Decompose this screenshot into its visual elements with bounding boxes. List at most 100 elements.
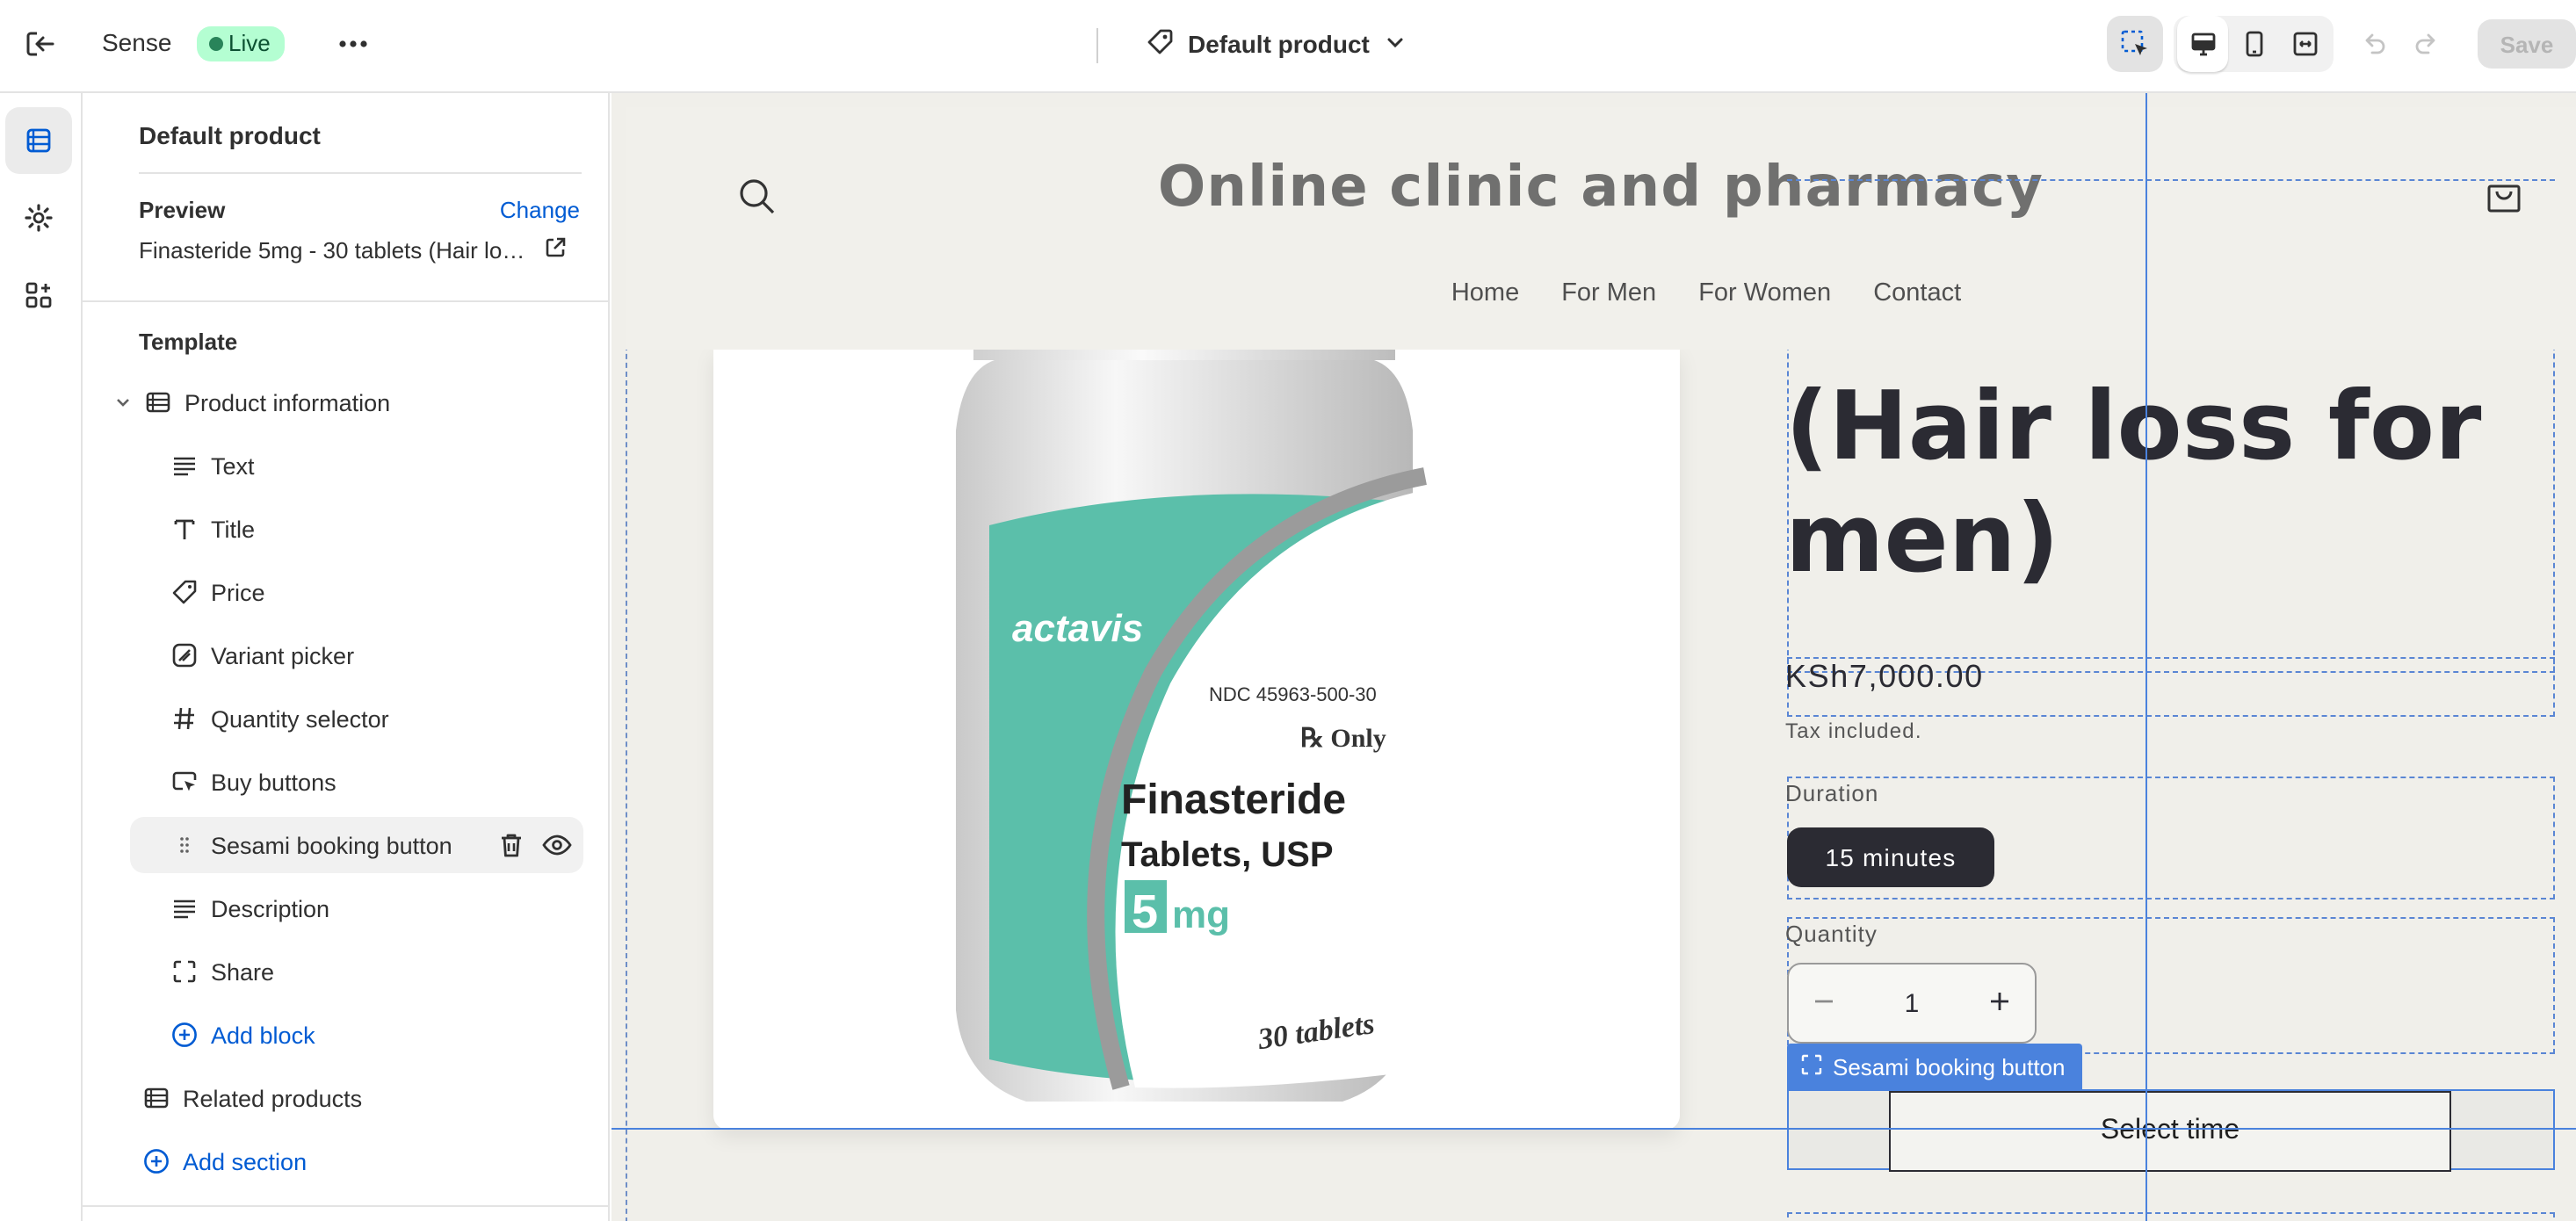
variant-picker-icon [169,639,200,671]
rx-text: ℞ Only [1300,724,1386,753]
block-quantity-selector[interactable]: Quantity selector [169,690,583,747]
section-related-products[interactable]: Related products [141,1070,583,1126]
external-link-icon[interactable] [543,235,568,265]
section-label: Related products [183,1085,363,1111]
text-lines-icon [169,892,200,924]
change-preview-link[interactable]: Change [500,197,580,223]
undo-icon[interactable] [2348,16,2400,72]
block-share[interactable]: Share [169,943,583,1000]
block-label: Text [211,452,255,479]
add-block-label: Add block [211,1022,315,1048]
tag-icon [1146,27,1174,61]
mobile-view-icon[interactable] [2228,16,2279,72]
preview-label: Preview [139,197,226,223]
minus-icon[interactable] [1813,988,1834,1018]
share-frame-icon [169,956,200,987]
drug-form-text: Tablets, USP [1121,835,1334,874]
select-time-button[interactable]: Select time [1889,1091,2451,1172]
left-rail [0,93,83,1221]
save-button[interactable]: Save [2478,19,2576,69]
live-badge: Live [197,26,285,61]
store-header: Online clinic and pharmacy Home For Men … [626,107,2576,350]
block-label: Description [211,895,330,921]
preview-product[interactable]: Finasteride 5mg - 30 tablets (Hair loss … [139,235,578,265]
plus-icon[interactable] [1989,988,2010,1018]
brand-text: actavis [1012,607,1143,650]
sidebar-title: Default product [139,121,321,149]
duration-label: Duration [1785,780,1879,806]
selected-block-name: Sesami booking button [1833,1053,2066,1080]
editor-topbar: Sense Live Default product Save [0,0,2576,93]
block-label: Quantity selector [211,705,389,732]
plus-circle-icon [141,1145,172,1177]
more-actions-icon[interactable] [334,25,373,63]
selected-block-tag: Sesami booking button [1787,1044,2083,1089]
redo-icon[interactable] [2400,16,2453,72]
viewport-toggle [2174,16,2334,72]
divider [139,172,582,174]
block-text[interactable]: Text [169,437,583,494]
store-preview-canvas[interactable]: actavis NDC 45963-500-30 ℞ Only Finaster… [611,93,2576,1221]
theme-settings-gear-icon[interactable] [5,184,72,251]
block-buy-buttons[interactable]: Buy buttons [169,754,583,810]
chevron-down-icon[interactable] [111,387,135,418]
block-sesami-booking-button[interactable]: Sesami booking button [130,817,583,873]
desktop-view-icon[interactable] [2177,16,2228,72]
block-label: Buy buttons [211,769,336,795]
duration-option-button[interactable]: 15 minutes [1787,827,1994,887]
title-t-icon [169,513,200,545]
exit-icon[interactable] [21,25,60,63]
store-name: Sense [102,28,172,56]
nav-for-women[interactable]: For Women [1698,279,1831,307]
store-title[interactable]: Online clinic and pharmacy [626,153,2576,220]
next-block-outline [1787,1212,2555,1221]
topbar-right-tools: Save [2107,16,2576,72]
block-price[interactable]: Price [169,564,583,620]
template-name: Default product [1188,30,1370,58]
block-actions [496,829,573,866]
strength-number: 5 [1132,885,1158,938]
inspector-select-icon[interactable] [2107,16,2163,72]
sections-icon[interactable] [5,107,72,174]
nav-for-men[interactable]: For Men [1561,279,1656,307]
visibility-eye-icon[interactable] [541,829,573,866]
plus-circle-icon [169,1019,200,1051]
divider [83,1205,610,1207]
tax-note: Tax included. [1785,719,1922,743]
drug-name-text: Finasteride [1121,777,1346,823]
product-image[interactable]: actavis NDC 45963-500-30 ℞ Only Finaster… [713,350,1680,1130]
block-label: Share [211,958,275,985]
add-section-label: Add section [183,1148,308,1174]
section-product-information[interactable]: Product information [111,374,585,430]
price-tag-icon [169,576,200,608]
preview-product-name: Finasteride 5mg - 30 tablets (Hair loss … [139,237,532,264]
frame-icon [1801,1053,1822,1080]
quantity-value[interactable]: 1 [1905,988,1920,1018]
add-block-button[interactable]: Add block [169,1007,583,1063]
block-label: Title [211,516,256,542]
text-lines-icon [169,450,200,481]
topbar-divider [1096,28,1098,63]
store-nav: Home For Men For Women Contact [626,279,2576,307]
delete-trash-icon[interactable] [496,829,527,866]
template-heading: Template [139,329,238,355]
divider [83,300,610,302]
selection-guide-horizontal [611,1128,2576,1130]
fullwidth-view-icon[interactable] [2279,16,2330,72]
drag-handle-icon[interactable] [169,829,200,861]
apps-icon[interactable] [5,262,72,329]
template-selector[interactable]: Default product [1146,25,1408,63]
block-label: Sesami booking button [211,832,452,858]
block-description[interactable]: Description [169,880,583,936]
cart-icon[interactable] [2485,176,2523,223]
add-section-button[interactable]: Add section [141,1133,583,1189]
chevron-down-icon [1384,29,1408,59]
sesami-booking-block[interactable]: Select time [1787,1089,2555,1172]
block-title[interactable]: Title [169,501,583,557]
ndc-text: NDC 45963-500-30 [1209,683,1377,705]
nav-home[interactable]: Home [1451,279,1519,307]
nav-contact[interactable]: Contact [1873,279,1961,307]
hash-icon [169,703,200,734]
quantity-label: Quantity [1785,921,1878,947]
block-variant-picker[interactable]: Variant picker [169,627,583,683]
